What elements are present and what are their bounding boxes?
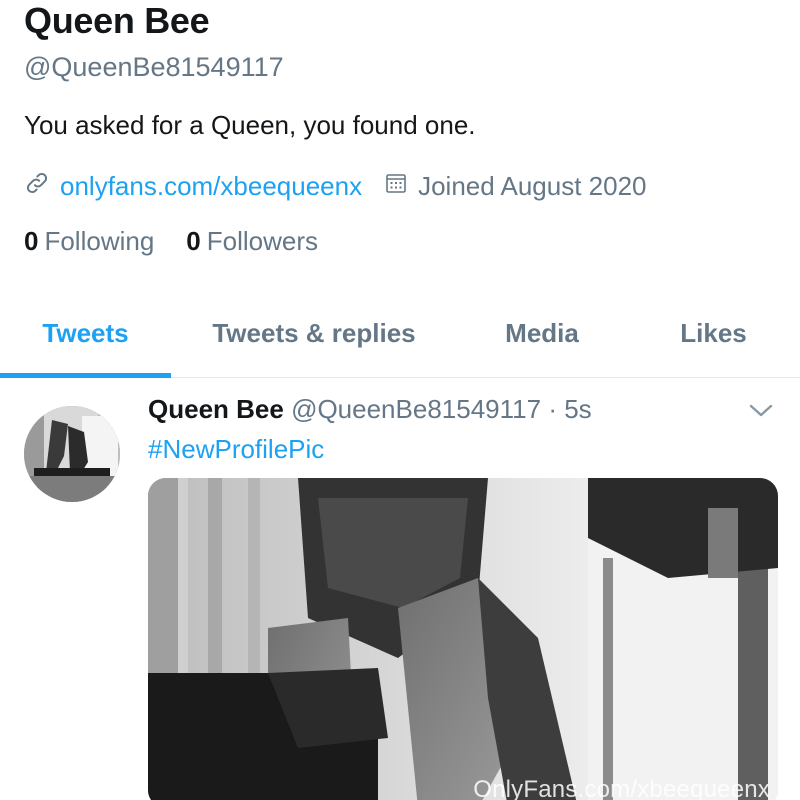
media-watermark: OnlyFans.com/xbeequeenx [473, 776, 770, 800]
tab-tweets-replies[interactable]: Tweets & replies [171, 290, 457, 376]
calendar-icon [384, 171, 418, 202]
profile-website-text: onlyfans.com/xbeequeenx [60, 170, 363, 201]
profile-handle: @QueenBe81549117 [24, 52, 284, 82]
follow-stats: 0 Following 0 Followers [24, 226, 350, 257]
following-label: Following [44, 226, 155, 256]
tweet-header: Queen Bee @QueenBe81549117 · 5s [148, 394, 592, 425]
following-link[interactable]: 0 Following [24, 226, 154, 257]
link-icon [24, 170, 60, 203]
followers-label: Followers [206, 226, 319, 256]
profile-meta: onlyfans.com/xbeequeenx Joined August 20… [24, 166, 647, 206]
profile-joined-text: Joined August 2020 [418, 170, 647, 201]
tweet-author-name[interactable]: Queen Bee [148, 394, 284, 424]
chevron-down-icon[interactable] [746, 400, 776, 422]
following-count: 0 [24, 226, 39, 256]
tweet-separator: · [548, 394, 557, 424]
tweet-media-image[interactable]: OnlyFans.com/xbeequeenx [148, 478, 778, 800]
profile-joined: Joined August 2020 [384, 170, 647, 202]
tweet-hashtag[interactable]: #NewProfilePic [148, 434, 324, 465]
profile-bio: You asked for a Queen, you found one. [24, 110, 476, 140]
profile-tabs: Tweets Tweets & replies Media Likes [0, 290, 800, 378]
followers-count: 0 [186, 226, 201, 256]
followers-link[interactable]: 0 Followers [186, 226, 318, 257]
avatar[interactable] [24, 406, 120, 502]
tweet-author-handle[interactable]: @QueenBe81549117 [291, 394, 541, 424]
tab-tweets[interactable]: Tweets [0, 290, 171, 376]
tab-media[interactable]: Media [457, 290, 627, 376]
profile-website-link[interactable]: onlyfans.com/xbeequeenx [24, 170, 362, 203]
tab-likes[interactable]: Likes [627, 290, 800, 376]
profile-name: Queen Bee [24, 0, 210, 41]
tweet-timestamp[interactable]: 5s [564, 394, 591, 424]
tweet[interactable]: Queen Bee @QueenBe81549117 · 5s #NewProf… [0, 378, 800, 800]
